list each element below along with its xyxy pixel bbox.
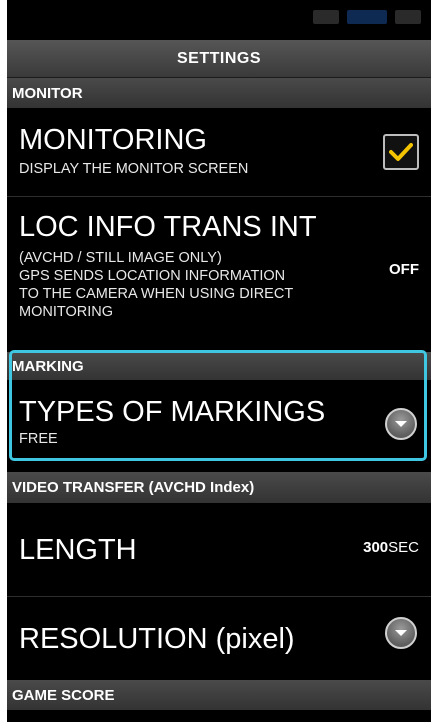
length-value: 300SEC xyxy=(363,539,419,556)
setting-title: MONITORING xyxy=(19,124,207,156)
setting-row-types-of-markings[interactable]: TYPES OF MARKINGS FREE xyxy=(7,380,431,458)
page-title: SETTINGS xyxy=(176,49,261,67)
section-label: VIDEO TRANSFER (AVCHD Index) xyxy=(12,479,255,496)
status-icons xyxy=(313,10,421,24)
signal-icon xyxy=(313,10,339,24)
setting-title: TYPES OF MARKINGS xyxy=(19,396,326,428)
setting-row-length[interactable]: LENGTH 300SEC xyxy=(7,503,431,596)
setting-title: LENGTH xyxy=(19,533,137,566)
chevron-down-icon xyxy=(395,421,407,427)
loc-info-value: OFF xyxy=(389,261,419,278)
description-line: (AVCHD / STILL IMAGE ONLY) xyxy=(19,250,222,266)
chevron-down-icon xyxy=(395,630,407,636)
setting-row-monitoring[interactable]: MONITORING DISPLAY THE MONITOR SCREEN xyxy=(7,108,431,196)
title-bar: SETTINGS xyxy=(7,40,431,78)
setting-row-resolution[interactable]: RESOLUTION (pixel) xyxy=(7,597,431,680)
section-label: MARKING xyxy=(12,357,84,375)
section-label: GAME SCORE xyxy=(12,686,115,704)
checkmark-icon xyxy=(389,143,413,161)
section-header-video-transfer: VIDEO TRANSFER (AVCHD Index) xyxy=(7,472,431,503)
resolution-dropdown-button[interactable] xyxy=(385,617,417,649)
length-unit: SEC xyxy=(388,539,419,556)
description-line: TO THE CAMERA WHEN USING DIRECT xyxy=(19,286,294,302)
section-header-game-score: GAME SCORE xyxy=(7,680,431,710)
section-label: MONITOR xyxy=(12,84,83,102)
battery-icon xyxy=(395,10,421,24)
app-screen: SETTINGS MONITOR MONITORING DISPLAY THE … xyxy=(7,0,431,722)
setting-value: FREE xyxy=(19,431,58,447)
section-header-monitor: MONITOR xyxy=(7,78,431,108)
description-line: GPS SENDS LOCATION INFORMATION xyxy=(19,268,286,284)
wifi-icon xyxy=(347,10,387,24)
setting-title: RESOLUTION (pixel) xyxy=(19,622,295,655)
length-number: 300 xyxy=(363,539,389,556)
section-header-marking: MARKING xyxy=(7,352,431,380)
setting-description: DISPLAY THE MONITOR SCREEN xyxy=(19,161,249,177)
description-line: MONITORING xyxy=(19,304,113,320)
status-bar xyxy=(7,0,431,40)
monitoring-checkbox[interactable] xyxy=(383,134,419,170)
setting-description: (AVCHD / STILL IMAGE ONLY) GPS SENDS LOC… xyxy=(19,249,431,321)
setting-row-loc-info[interactable]: LOC INFO TRANS INT (AVCHD / STILL IMAGE … xyxy=(7,197,431,347)
setting-title: LOC INFO TRANS INT xyxy=(19,211,317,243)
markings-dropdown-button[interactable] xyxy=(385,408,417,440)
